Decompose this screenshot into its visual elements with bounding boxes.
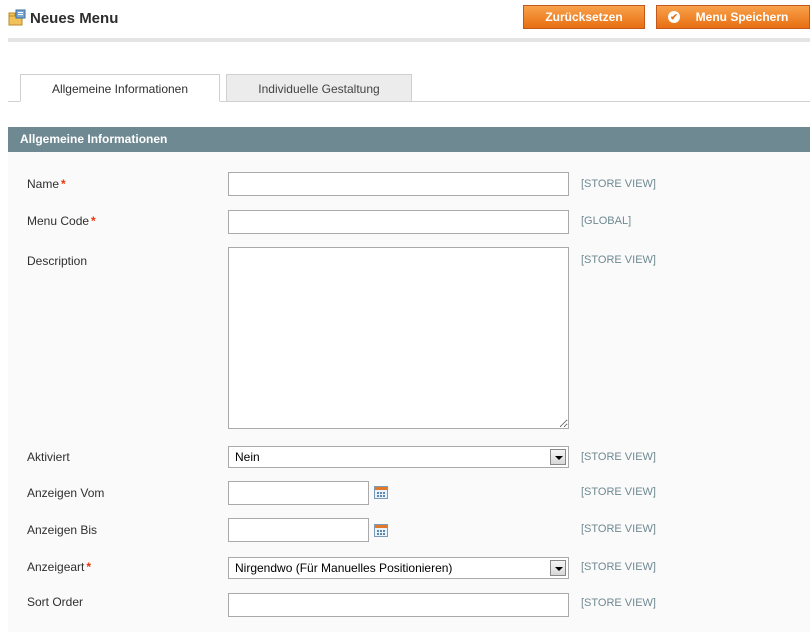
anzeigen-vom-input[interactable] — [228, 481, 369, 505]
anzeigen-vom-label: Anzeigen Vom — [27, 486, 104, 500]
chevron-down-icon[interactable] — [550, 560, 566, 576]
aktiviert-scope: [STORE VIEW] — [581, 451, 656, 463]
name-input[interactable] — [228, 172, 569, 196]
tab-bar: Allgemeine Informationen Individuelle Ge… — [8, 74, 810, 102]
calendar-icon[interactable] — [374, 486, 388, 499]
anzeigeart-label: Anzeigeart * — [27, 560, 91, 574]
anzeigeart-scope: [STORE VIEW] — [581, 561, 656, 573]
checkmark-icon: ✔ — [668, 11, 680, 23]
aktiviert-label: Aktiviert — [27, 450, 70, 464]
save-menu-button[interactable]: ✔ Menu Speichern — [656, 5, 810, 29]
description-label: Description — [27, 254, 87, 268]
menu-code-label-text: Menu Code — [27, 214, 90, 228]
tab-allgemeine-informationen[interactable]: Allgemeine Informationen — [20, 74, 220, 102]
anzeigen-vom-scope: [STORE VIEW] — [581, 486, 656, 498]
menu-code-scope: [GLOBAL] — [581, 215, 632, 227]
name-scope: [STORE VIEW] — [581, 178, 656, 190]
save-menu-label: Menu Speichern — [695, 10, 789, 24]
sort-order-input[interactable] — [228, 593, 569, 617]
tab-individuelle-gestaltung[interactable]: Individuelle Gestaltung — [226, 74, 412, 102]
anzeigen-bis-scope: [STORE VIEW] — [581, 523, 656, 535]
required-marker: * — [86, 560, 92, 574]
sort-order-scope: [STORE VIEW] — [581, 597, 656, 609]
anzeigeart-label-text: Anzeigeart — [27, 560, 85, 574]
name-label: Name * — [27, 177, 66, 191]
required-marker: * — [91, 214, 96, 228]
name-label-text: Name — [27, 177, 60, 191]
anzeigen-bis-label-text: Anzeigen Bis — [27, 523, 98, 537]
description-label-text: Description — [27, 254, 88, 268]
anzeigen-bis-input[interactable] — [228, 518, 369, 542]
aktiviert-label-text: Aktiviert — [27, 450, 70, 464]
anzeigen-bis-label: Anzeigen Bis — [27, 523, 97, 537]
menu-folder-icon — [8, 9, 26, 26]
sort-order-label: Sort Order — [27, 595, 83, 609]
anzeigen-vom-label-text: Anzeigen Vom — [27, 486, 105, 500]
description-textarea[interactable] — [228, 247, 569, 429]
anzeigeart-select[interactable]: Nirgendwo (Für Manuelles Positionieren) — [228, 557, 569, 579]
menu-code-input[interactable] — [228, 210, 569, 234]
page-header: Neues Menu Zurücksetzen ✔ Menu Speichern — [0, 0, 810, 42]
aktiviert-selected-value: Nein — [235, 450, 260, 464]
required-marker: * — [61, 177, 66, 191]
section-header: Allgemeine Informationen — [8, 127, 810, 152]
description-scope: [STORE VIEW] — [581, 254, 656, 266]
anzeigeart-selected-value: Nirgendwo (Für Manuelles Positionieren) — [235, 561, 453, 575]
menu-code-label: Menu Code * — [27, 214, 96, 228]
header-divider — [8, 38, 810, 42]
reset-button[interactable]: Zurücksetzen — [523, 5, 645, 29]
chevron-down-icon[interactable] — [550, 449, 566, 465]
aktiviert-select[interactable]: Nein — [228, 446, 569, 468]
sort-order-label-text: Sort Order — [27, 595, 84, 609]
page-title: Neues Menu — [30, 10, 119, 27]
calendar-icon[interactable] — [374, 524, 388, 537]
